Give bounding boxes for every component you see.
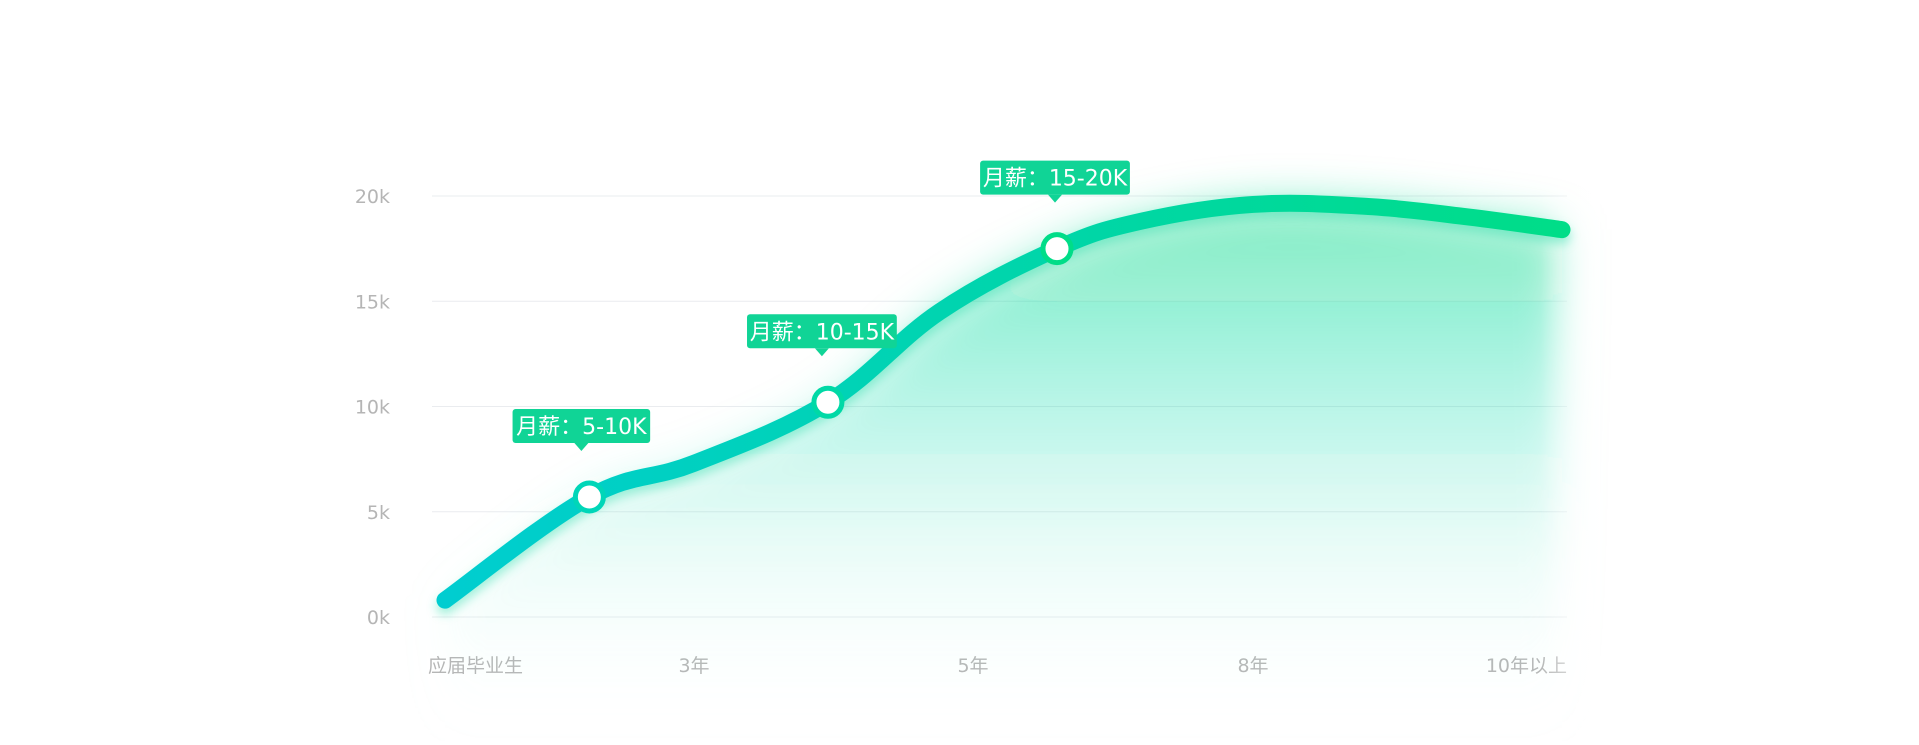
tooltip-pointer xyxy=(814,348,829,357)
y-tick-label: 15k xyxy=(355,291,390,313)
salary-tooltip: 月薪：10-15K xyxy=(747,314,897,357)
data-point-marker[interactable] xyxy=(572,480,606,514)
chart-svg: 0k5k10k15k20k 应届毕业生3年5年8年10年以上 月薪：5-10K月… xyxy=(355,160,1600,737)
tooltip-pointer xyxy=(574,443,589,452)
tooltip-label: 月薪：5-10K xyxy=(516,415,647,440)
tooltip-pointer xyxy=(1048,194,1062,203)
y-tick-label: 0k xyxy=(367,607,390,629)
area-fade xyxy=(1300,176,1600,736)
y-tick-label: 5k xyxy=(367,502,390,524)
tooltip-label: 月薪：15-20K xyxy=(983,167,1128,192)
salary-tooltip: 月薪：5-10K xyxy=(512,409,651,452)
data-point-marker[interactable] xyxy=(811,385,845,419)
y-axis: 0k 5k 10k 15k 20k xyxy=(355,186,390,629)
data-point-marker[interactable] xyxy=(1040,232,1074,266)
salary-chart: 0k5k10k15k20k 应届毕业生3年5年8年10年以上 月薪：5-10K月… xyxy=(0,0,1919,741)
y-tick-label: 10k xyxy=(355,397,390,419)
y-tick-label: 20k xyxy=(355,186,390,208)
tooltip-label: 月薪：10-15K xyxy=(750,320,895,345)
